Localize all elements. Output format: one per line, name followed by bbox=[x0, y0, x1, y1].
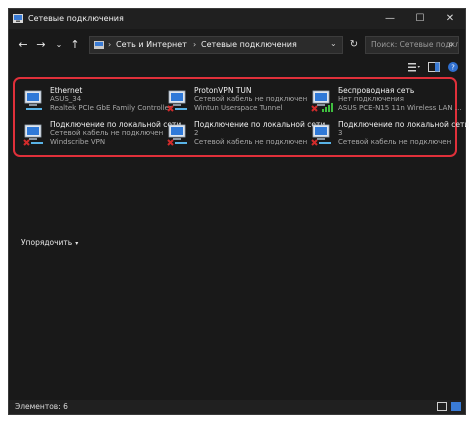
command-bar-icons: ? bbox=[9, 61, 465, 75]
up-arrow-icon[interactable]: ↑ bbox=[67, 37, 83, 53]
network-folder-icon bbox=[13, 14, 23, 23]
ethernet-icon bbox=[167, 90, 187, 112]
connection-status: Сетевой кабель не подключен bbox=[50, 129, 164, 137]
back-arrow-icon[interactable]: ← bbox=[15, 37, 31, 53]
refresh-icon[interactable]: ↻ bbox=[347, 37, 361, 53]
connection-status: ASUS_34 bbox=[50, 95, 82, 103]
connection-name: Беспроводная сеть bbox=[338, 86, 415, 95]
connection-name: Подключение по локальной сети bbox=[338, 120, 470, 129]
connection-item-local-3[interactable]: Подключение по локальной сети 3 Сетевой … bbox=[305, 119, 469, 153]
ethernet-icon bbox=[311, 124, 331, 146]
status-bar: Элементов: 6 bbox=[9, 400, 465, 414]
items-count: Элементов: 6 bbox=[15, 402, 68, 411]
connection-status: Нет подключения bbox=[338, 95, 404, 103]
ethernet-icon bbox=[24, 90, 42, 110]
connection-device: Сетевой кабель не подключен bbox=[194, 138, 308, 146]
sort-button[interactable]: Упорядочить ▾ bbox=[21, 238, 78, 250]
connection-status: Сетевой кабель не подключен bbox=[194, 95, 308, 103]
explorer-window: Сетевые подключения — ☐ ✕ ← → ⌄ ↑ › Сеть… bbox=[8, 8, 469, 415]
connection-item-protonvpn-tun[interactable]: ProtonVPN TUN Сетевой кабель не подключе… bbox=[161, 85, 307, 119]
sort-label: Упорядочить bbox=[21, 238, 73, 247]
breadcrumb-separator: › bbox=[193, 40, 197, 49]
control-panel-icon bbox=[94, 41, 104, 49]
svg-text:?: ? bbox=[451, 64, 455, 72]
connection-item-wireless[interactable]: Беспроводная сеть Нет подключения ASUS P… bbox=[305, 85, 462, 119]
connection-name: Ethernet bbox=[50, 86, 83, 95]
connection-item-ethernet[interactable]: Ethernet ASUS_34 Realtek PCIe GbE Family… bbox=[17, 85, 172, 119]
recent-locations-chevron-icon[interactable]: ⌄ bbox=[51, 37, 67, 53]
forward-arrow-icon[interactable]: → bbox=[33, 37, 49, 53]
connection-item-local-1[interactable]: Подключение по локальной сети Сетевой ка… bbox=[17, 119, 181, 153]
title-bar[interactable]: Сетевые подключения — ☐ ✕ bbox=[9, 9, 465, 29]
search-icon: ⌕ bbox=[448, 39, 454, 50]
connection-status: 3 bbox=[338, 129, 343, 137]
search-input[interactable]: Поиск: Сетевые подкл... ⌕ bbox=[365, 36, 459, 54]
connection-device: Windscribe VPN bbox=[50, 138, 106, 146]
address-dropdown-chevron-icon[interactable]: ⌄ bbox=[330, 39, 337, 48]
ethernet-icon bbox=[167, 124, 187, 146]
minimize-button[interactable]: — bbox=[375, 9, 405, 29]
connection-device: Realtek PCIe GbE Family Controller bbox=[50, 104, 172, 112]
connection-name: ProtonVPN TUN bbox=[194, 86, 252, 95]
connection-status: 2 bbox=[194, 129, 199, 137]
search-placeholder: Поиск: Сетевые подкл... bbox=[371, 40, 459, 49]
connections-list: Ethernet ASUS_34 Realtek PCIe GbE Family… bbox=[9, 75, 469, 385]
preview-pane-icon[interactable] bbox=[427, 61, 441, 73]
connection-device: Сетевой кабель не подключен bbox=[338, 138, 452, 146]
large-icons-view-icon[interactable] bbox=[451, 402, 461, 411]
connection-device: Wintun Userspace Tunnel bbox=[194, 104, 283, 112]
breadcrumb-item-network-connections[interactable]: Сетевые подключения bbox=[201, 40, 297, 49]
connection-item-local-2[interactable]: Подключение по локальной сети 2 Сетевой … bbox=[161, 119, 325, 153]
breadcrumb-item-network-internet[interactable]: Сеть и Интернет bbox=[116, 40, 187, 49]
navigation-bar: ← → ⌄ ↑ › Сеть и Интернет › Сетевые подк… bbox=[9, 33, 465, 59]
window-title: Сетевые подключения bbox=[28, 14, 124, 23]
maximize-button[interactable]: ☐ bbox=[405, 9, 435, 29]
wifi-adapter-icon bbox=[311, 90, 333, 112]
breadcrumb-separator: › bbox=[108, 40, 112, 49]
ethernet-icon bbox=[23, 124, 43, 146]
connection-device: ASUS PCE-N15 11n Wireless LAN ... bbox=[338, 104, 462, 112]
close-button[interactable]: ✕ bbox=[435, 9, 465, 29]
details-view-icon[interactable] bbox=[437, 402, 447, 411]
view-options-icon[interactable] bbox=[407, 61, 421, 73]
chevron-down-icon: ▾ bbox=[75, 240, 79, 247]
address-bar[interactable]: › Сеть и Интернет › Сетевые подключения … bbox=[89, 36, 343, 54]
help-icon[interactable]: ? bbox=[446, 61, 460, 73]
